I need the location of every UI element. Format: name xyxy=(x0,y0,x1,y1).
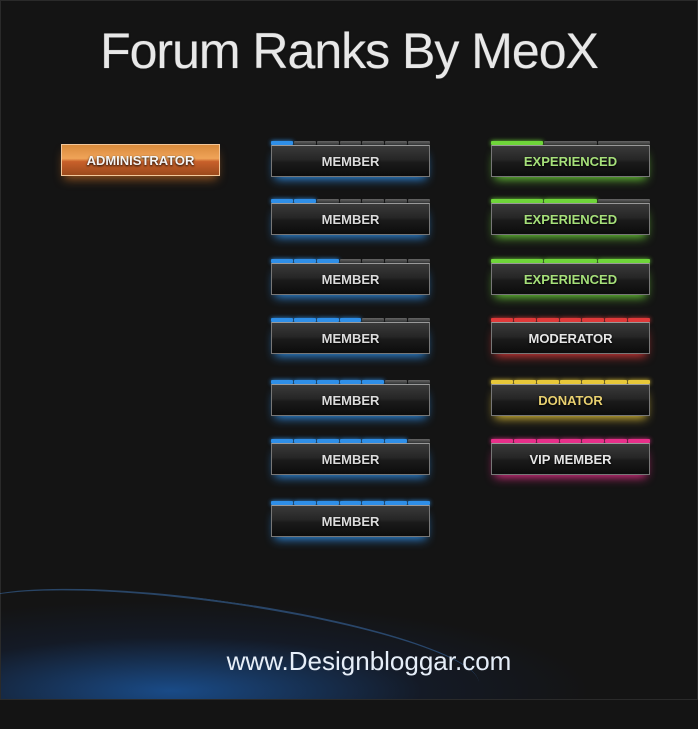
rank-badge: DONATOR xyxy=(491,380,651,418)
badge-label: MEMBER xyxy=(271,322,430,354)
rank-badge: EXPERIENCED xyxy=(491,199,650,237)
badge-label: VIP MEMBER xyxy=(491,443,650,475)
badge-label: MODERATOR xyxy=(491,322,650,354)
badge-label: EXPERIENCED xyxy=(491,203,650,235)
badge-label: MEMBER xyxy=(271,384,430,416)
rank-badge: MEMBER xyxy=(271,380,431,418)
badge-label: MEMBER xyxy=(271,145,430,177)
badge-label: MEMBER xyxy=(271,263,430,295)
footer-url: www.Designbloggar.com xyxy=(226,646,512,676)
page-title: Forum Ranks By MeoX xyxy=(100,23,599,79)
rank-badge: MEMBER xyxy=(271,199,431,237)
rank-badge: MEMBER xyxy=(271,259,431,297)
badge-label: MEMBER xyxy=(271,203,430,235)
badge-label: ADMINISTRATOR xyxy=(61,144,220,176)
badge-label: EXPERIENCED xyxy=(491,145,650,177)
badge-label: DONATOR xyxy=(491,384,650,416)
badge-label: MEMBER xyxy=(271,443,430,475)
badge-label: EXPERIENCED xyxy=(491,263,650,295)
badge-label: MEMBER xyxy=(271,505,430,537)
rank-badge: MEMBER xyxy=(271,141,431,179)
rank-badge: VIP MEMBER xyxy=(491,439,651,477)
rank-badge-administrator: ADMINISTRATOR xyxy=(61,144,220,182)
rank-badge: MEMBER xyxy=(271,501,431,539)
rank-badge: MODERATOR xyxy=(491,318,651,356)
rank-badge: EXPERIENCED xyxy=(491,259,650,297)
rank-badge: MEMBER xyxy=(271,318,431,356)
rank-badge: EXPERIENCED xyxy=(491,141,650,179)
rank-badge: MEMBER xyxy=(271,439,431,477)
